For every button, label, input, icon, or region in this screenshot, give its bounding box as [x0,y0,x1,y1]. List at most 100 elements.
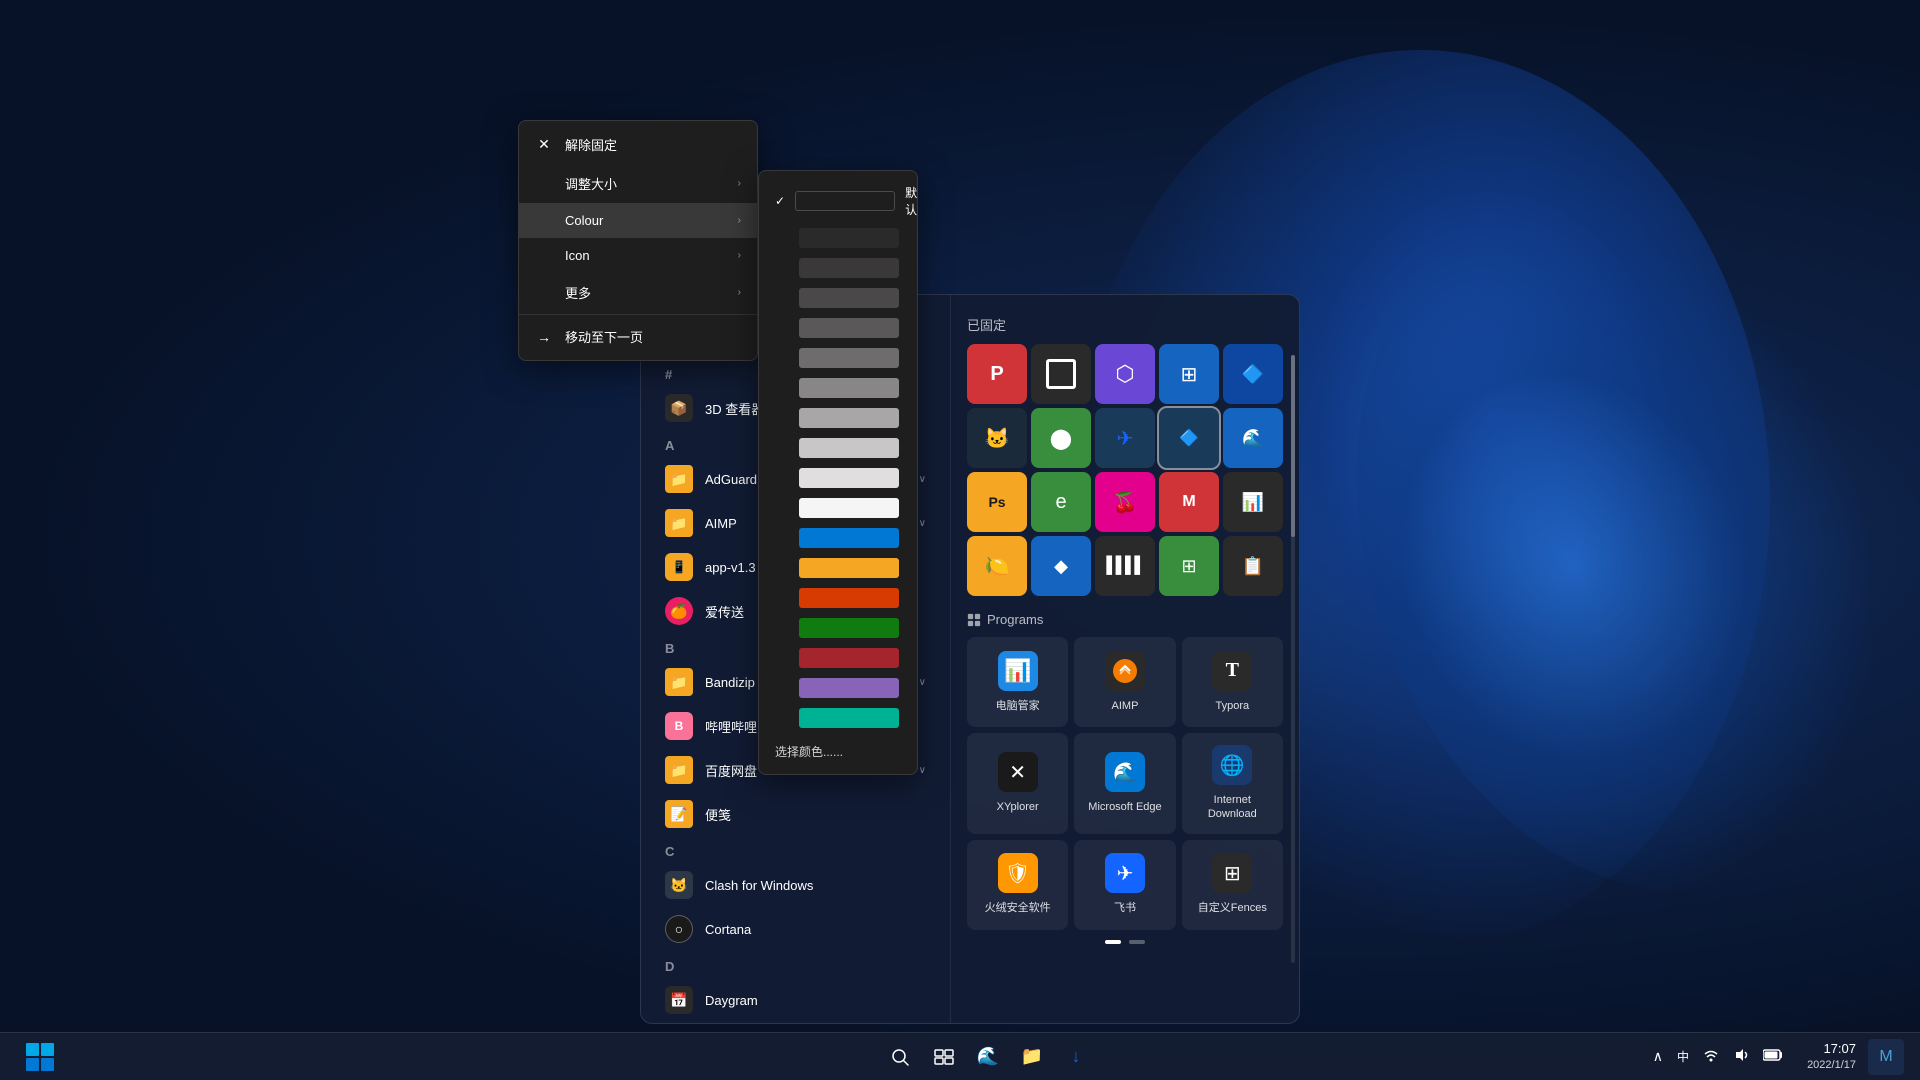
tray-wifi[interactable] [1699,1043,1723,1070]
huorong-icon: 🛡 [998,853,1038,893]
color-dark4[interactable] [767,313,909,343]
program-aimp[interactable]: AIMP [1074,637,1175,727]
program-diannaoguanjia[interactable]: 📊 电脑管家 [967,637,1068,727]
color-swatch [799,318,899,338]
taskview-icon [934,1047,954,1067]
bianjian-icon: 📝 [665,800,693,828]
unknown3-icon: 📊 [1242,492,1264,513]
color-dark3[interactable] [767,283,909,313]
ctx-resize[interactable]: 调整大小 › [519,164,757,203]
programs-icon [967,613,981,627]
color-orange[interactable] [767,583,909,613]
ctx-label: 调整大小 [565,174,617,193]
pinned-photoshop[interactable]: Ps [967,472,1027,532]
color-mid1[interactable] [767,343,909,373]
dot-2[interactable] [1129,940,1145,944]
pinned-unknown3[interactable]: 📊 [1223,472,1283,532]
ctx-icon[interactable]: Icon › [519,238,757,273]
3d-icon: 📦 [665,394,693,422]
pinned-msstore[interactable]: ⊞ [1159,344,1219,404]
daygram-icon: 📅 [665,986,693,1014]
ctx-unpin[interactable]: ✕ 解除固定 [519,125,757,164]
corner-app-icon[interactable]: M [1868,1039,1904,1075]
program-name: AIMP [1112,699,1139,713]
pinned-powerpoint[interactable]: P [967,344,1027,404]
right-panel: 已固定 P ⬡ ⊞ 🔷 🐱 ⬤ [951,295,1299,1023]
pinned-unknown[interactable]: 🔷 [1159,408,1219,468]
pinned-feishu[interactable]: ✈ [1095,408,1155,468]
color-purple[interactable] [767,673,909,703]
idownload-icon: 🌐 [1212,745,1252,785]
program-idownload[interactable]: 🌐 Internet Download [1182,733,1283,834]
color-default[interactable]: ✓ 默认 [767,179,909,223]
scroll-indicator[interactable] [1291,355,1295,963]
pinned-clash[interactable]: 🐱 [967,408,1027,468]
pinned-unknown2[interactable]: 🌊 [1223,408,1283,468]
clash-icon: 🐱 [665,871,693,899]
ctx-movenext[interactable]: → 移动至下一页 [519,317,757,356]
program-xyplorer[interactable]: ✕ XYplorer [967,733,1068,834]
pinned-unknown4[interactable]: 📋 [1223,536,1283,596]
pinned-lemmon[interactable]: 🍋 [967,536,1027,596]
color-mid3[interactable] [767,403,909,433]
pinned-miito[interactable]: M [1159,472,1219,532]
dot-1[interactable] [1105,940,1121,944]
pinned-blue5[interactable]: 🔷 [1223,344,1283,404]
pinned-grid[interactable]: ⊞ [1159,536,1219,596]
program-typora[interactable]: T Typora [1182,637,1283,727]
ctx-more[interactable]: 更多 › [519,273,757,312]
tray-battery[interactable] [1759,1044,1787,1069]
program-name: 火绒安全软件 [985,901,1051,915]
battery-icon [1763,1048,1783,1062]
taskbar-edge[interactable]: 🌊 [968,1037,1008,1077]
app-list-item-clash[interactable]: 🐱 Clash for Windows [653,863,938,907]
app-list-item-daygram[interactable]: 📅 Daygram [653,978,938,1022]
color-yellow[interactable] [767,553,909,583]
color-swatch [799,378,899,398]
color-dark2[interactable] [767,253,909,283]
program-fences[interactable]: ⊞ 自定义Fences [1182,840,1283,930]
pinned-title: 已固定 [967,315,1283,334]
color-dark1[interactable] [767,223,909,253]
pinned-barcode[interactable]: ▌▌▌▌ [1095,536,1155,596]
program-msedge[interactable]: 🌊 Microsoft Edge [1074,733,1175,834]
tray-chevron[interactable]: ∧ [1649,1044,1667,1069]
pinned-chrome[interactable]: ⬤ [1031,408,1091,468]
color-mid2[interactable] [767,373,909,403]
ctx-colour[interactable]: Colour › [519,203,757,238]
color-white[interactable] [767,493,909,523]
app-list-item-cortana[interactable]: ○ Cortana [653,907,938,951]
pinned-square[interactable] [1031,344,1091,404]
taskbar-taskview[interactable] [924,1037,964,1077]
expand-arrow: ∨ [919,474,926,485]
color-light2[interactable] [767,463,909,493]
app-list-item-bianjian[interactable]: 📝 便笺 [653,792,938,836]
color-pick-btn[interactable]: 选择颜色...... [767,737,909,766]
pinned-edge[interactable]: e [1031,472,1091,532]
pinned-blue6[interactable]: ◆ [1031,536,1091,596]
taskbar-search[interactable] [880,1037,920,1077]
pinned-cherry[interactable]: 🍒 [1095,472,1155,532]
color-darkred[interactable] [767,643,909,673]
color-swatch [799,708,899,728]
miito-icon: M [1182,493,1195,511]
color-blue[interactable] [767,523,909,553]
movenext-icon: → [535,329,553,345]
explorer-icon: 📁 [1021,1046,1043,1067]
program-huorong[interactable]: 🛡 火绒安全软件 [967,840,1068,930]
taskbar-idownload[interactable]: ↓ [1056,1037,1096,1077]
tray-volume[interactable] [1729,1043,1753,1070]
taskbar-clock[interactable]: 17:07 2022/1/17 [1807,1040,1856,1074]
tray-lang[interactable]: 中 [1673,1044,1693,1069]
color-swatch [799,558,899,578]
color-teal[interactable] [767,703,909,733]
windows-logo[interactable] [24,1041,56,1073]
taskbar-explorer[interactable]: 📁 [1012,1037,1052,1077]
color-light1[interactable] [767,433,909,463]
pinned-label: 已固定 [967,315,1006,334]
pinned-purple[interactable]: ⬡ [1095,344,1155,404]
color-green[interactable] [767,613,909,643]
ctx-label: Colour [565,213,603,228]
app-list-item-ditu[interactable]: 📍 地图 [653,1022,938,1023]
program-feishu[interactable]: ✈ 飞书 [1074,840,1175,930]
